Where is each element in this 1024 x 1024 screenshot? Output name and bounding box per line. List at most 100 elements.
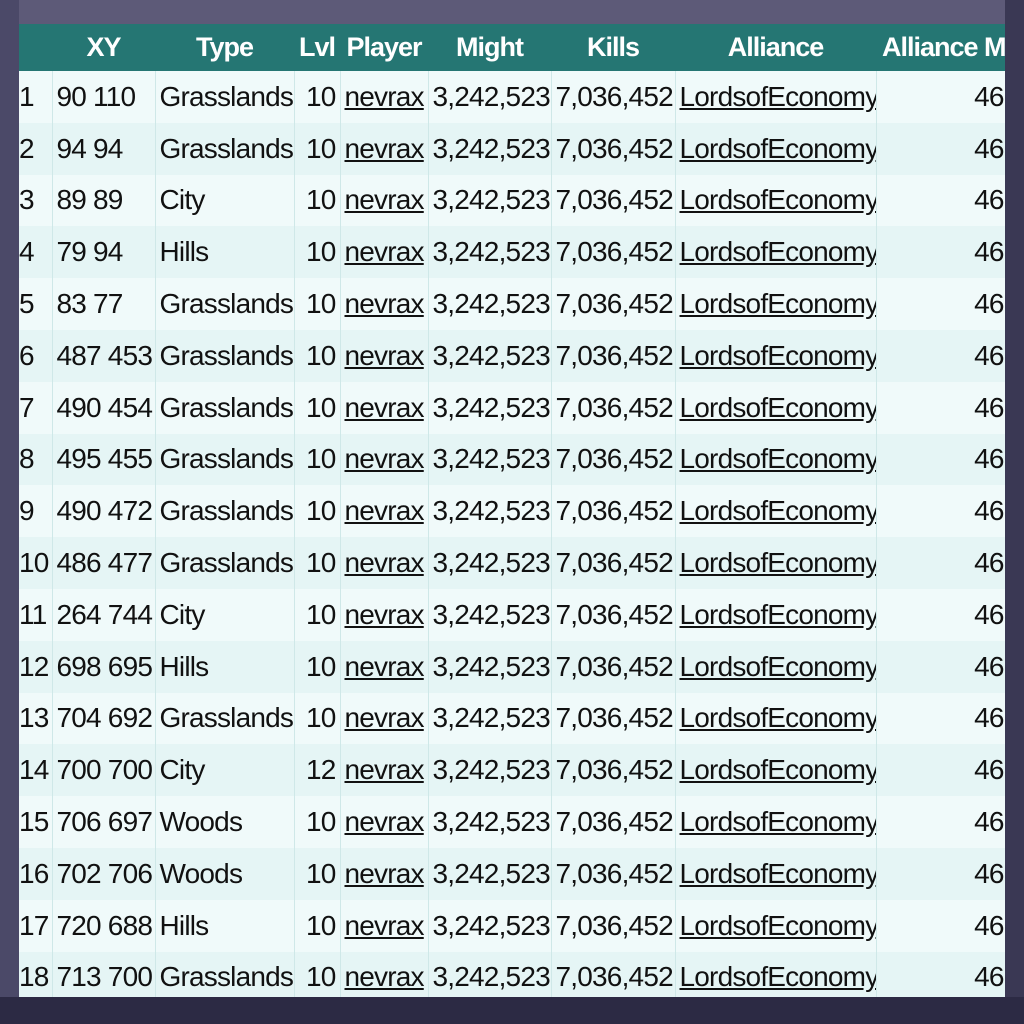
player-link[interactable]: nevrax	[345, 495, 425, 526]
alliance-might-cell: 46,549	[875, 796, 1005, 848]
player-cell: nevrax	[339, 278, 428, 330]
kills-cell: 7,036,452	[550, 537, 675, 589]
player-link[interactable]: nevrax	[345, 961, 425, 992]
col-header-alliance-might[interactable]: Alliance M	[876, 24, 1005, 71]
alliance-link[interactable]: LordsofEconomy	[680, 236, 877, 267]
alliance-link[interactable]: LordsofEconomy	[680, 288, 877, 319]
kills-cell: 7,036,452	[550, 847, 675, 900]
row-index: 4	[19, 226, 52, 279]
player-link[interactable]: nevrax	[345, 236, 425, 267]
alliance-might-cell: 46,549	[875, 433, 1005, 486]
might-cell: 3,242,523	[427, 588, 551, 641]
table-row: 10 486 477 Grasslands 10 nevrax 3,242,523 7,03…	[19, 537, 1005, 589]
xy-cell: 706 697	[51, 796, 155, 848]
alliance-link[interactable]: LordsofEconomy	[680, 910, 877, 941]
xy-cell: 704 692	[51, 692, 155, 745]
might-cell: 3,242,523	[427, 692, 551, 745]
alliance-cell: LordsofEconomy	[674, 174, 877, 227]
col-header-alliance[interactable]: Alliance	[675, 24, 876, 71]
alliance-link[interactable]: LordsofEconomy	[680, 651, 877, 682]
xy-cell: 83 77	[51, 278, 155, 330]
alliance-might-cell: 46,549	[875, 692, 1005, 745]
xy-cell: 490 472	[51, 485, 155, 538]
xy-cell: 487 453	[51, 329, 155, 382]
player-link[interactable]: nevrax	[345, 133, 425, 164]
player-cell: nevrax	[339, 692, 428, 745]
player-link[interactable]: nevrax	[345, 288, 425, 319]
player-link[interactable]: nevrax	[345, 806, 425, 837]
alliance-link[interactable]: LordsofEconomy	[680, 495, 877, 526]
col-header-lvl[interactable]: Lvl	[294, 24, 340, 71]
col-header-kills[interactable]: Kills	[551, 24, 675, 71]
alliance-link[interactable]: LordsofEconomy	[680, 702, 877, 733]
alliance-link[interactable]: LordsofEconomy	[680, 184, 877, 215]
alliance-might-cell: 46,549	[875, 226, 1005, 279]
player-link[interactable]: nevrax	[345, 547, 425, 578]
alliance-link[interactable]: LordsofEconomy	[680, 754, 877, 785]
player-link[interactable]: nevrax	[345, 754, 425, 785]
player-link[interactable]: nevrax	[345, 858, 425, 889]
type-cell: Hills	[154, 899, 294, 952]
might-cell: 3,242,523	[427, 122, 551, 175]
alliance-might-cell: 46,549	[875, 744, 1005, 797]
alliance-might-cell: 46,549	[875, 537, 1005, 589]
player-link[interactable]: nevrax	[345, 340, 425, 371]
level-cell: 10	[293, 122, 340, 175]
player-link[interactable]: nevrax	[345, 599, 425, 630]
table-row: 2 94 94 Grasslands 10 nevrax 3,242,523 7,036,4…	[19, 122, 1005, 175]
player-link[interactable]: nevrax	[345, 443, 425, 474]
xy-cell: 90 110	[51, 71, 155, 123]
frame-top	[0, 0, 1024, 24]
alliance-link[interactable]: LordsofEconomy	[680, 443, 877, 474]
player-link[interactable]: nevrax	[345, 81, 425, 112]
alliance-cell: LordsofEconomy	[674, 640, 877, 693]
alliance-link[interactable]: LordsofEconomy	[680, 599, 877, 630]
might-cell: 3,242,523	[427, 71, 551, 123]
alliance-link[interactable]: LordsofEconomy	[680, 858, 877, 889]
player-link[interactable]: nevrax	[345, 392, 425, 423]
row-index: 11	[19, 588, 52, 641]
level-cell: 10	[293, 847, 340, 900]
row-index: 12	[19, 640, 52, 693]
alliance-cell: LordsofEconomy	[674, 485, 877, 538]
player-link[interactable]: nevrax	[345, 184, 425, 215]
alliance-link[interactable]: LordsofEconomy	[680, 806, 877, 837]
type-cell: Grasslands	[154, 71, 294, 123]
might-cell: 3,242,523	[427, 174, 551, 227]
player-cell: nevrax	[339, 847, 428, 900]
col-header-type[interactable]: Type	[155, 24, 294, 71]
alliance-cell: LordsofEconomy	[674, 847, 877, 900]
type-cell: Grasslands	[154, 329, 294, 382]
kills-cell: 7,036,452	[550, 640, 675, 693]
row-index: 5	[19, 278, 52, 330]
alliance-link[interactable]: LordsofEconomy	[680, 961, 877, 992]
table-row: 17 720 688 Hills 10 nevrax 3,242,523 7,036,452…	[19, 899, 1005, 952]
player-link[interactable]: nevrax	[345, 651, 425, 682]
xy-cell: 698 695	[51, 640, 155, 693]
alliance-link[interactable]: LordsofEconomy	[680, 392, 877, 423]
type-cell: Woods	[154, 847, 294, 900]
col-header-might[interactable]: Might	[428, 24, 551, 71]
player-link[interactable]: nevrax	[345, 702, 425, 733]
alliance-might-cell: 46,549	[875, 71, 1005, 123]
table-row: 9 490 472 Grasslands 10 nevrax 3,242,523 7,036…	[19, 485, 1005, 538]
type-cell: Hills	[154, 226, 294, 279]
alliance-might-cell: 46,549	[875, 485, 1005, 538]
player-link[interactable]: nevrax	[345, 910, 425, 941]
level-cell: 10	[293, 537, 340, 589]
table-viewport: XY Type Lvl Player Might Kills Alliance …	[19, 24, 1005, 997]
alliance-might-cell: 46,549	[875, 640, 1005, 693]
col-header-xy[interactable]: XY	[52, 24, 155, 71]
xy-cell: 713 700	[51, 951, 155, 997]
level-cell: 10	[293, 796, 340, 848]
alliance-link[interactable]: LordsofEconomy	[680, 133, 877, 164]
kills-cell: 7,036,452	[550, 329, 675, 382]
xy-cell: 495 455	[51, 433, 155, 486]
type-cell: Grasslands	[154, 692, 294, 745]
alliance-link[interactable]: LordsofEconomy	[680, 547, 877, 578]
col-header-player[interactable]: Player	[340, 24, 428, 71]
alliance-link[interactable]: LordsofEconomy	[680, 340, 877, 371]
alliance-link[interactable]: LordsofEconomy	[680, 81, 877, 112]
might-cell: 3,242,523	[427, 796, 551, 848]
col-header-index[interactable]	[19, 24, 52, 71]
